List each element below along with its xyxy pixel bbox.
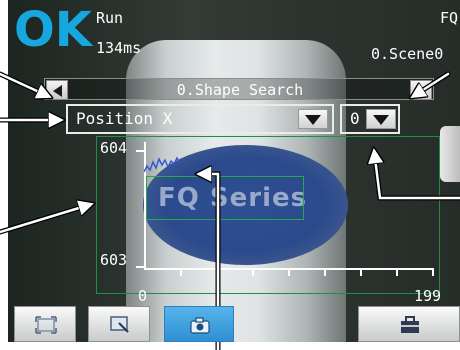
fullscreen-icon bbox=[35, 316, 57, 334]
callout-arrows bbox=[0, 71, 460, 350]
zoom-window-icon bbox=[110, 316, 129, 333]
toolbox-icon bbox=[401, 316, 419, 333]
tools-button[interactable] bbox=[358, 306, 460, 342]
full-view-button[interactable] bbox=[14, 306, 76, 342]
camera-icon bbox=[190, 317, 210, 334]
camera-view-button[interactable] bbox=[164, 306, 234, 342]
zoom-button[interactable] bbox=[88, 306, 150, 342]
